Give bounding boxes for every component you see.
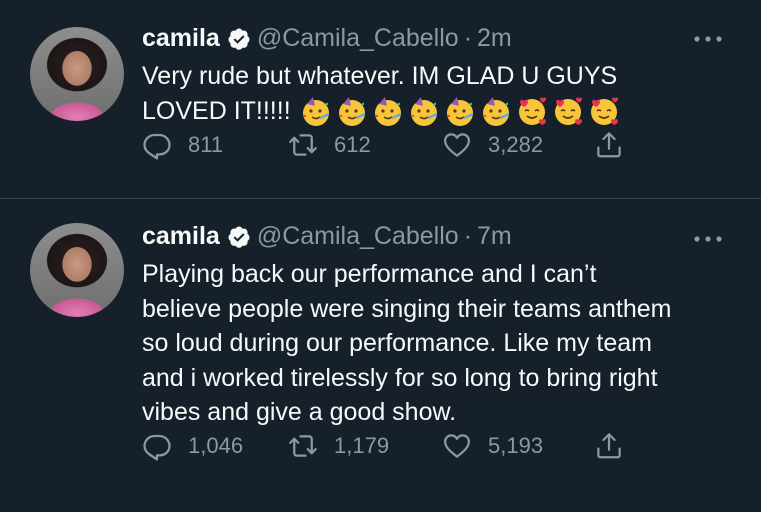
retweet-button[interactable]: 1,179 bbox=[288, 431, 389, 461]
tweet-text-line: Playing back our performance and I can’t bbox=[142, 260, 597, 288]
smiling-face-with-hearts-emoji bbox=[590, 97, 618, 125]
retweet-icon bbox=[289, 435, 317, 457]
smiling-face-with-hearts-emoji bbox=[518, 97, 546, 125]
more-icon[interactable] bbox=[693, 34, 723, 44]
like-count: 3,282 bbox=[488, 132, 544, 157]
like-button[interactable]: 5,193 bbox=[442, 431, 543, 461]
timestamp[interactable]: 2m bbox=[477, 24, 512, 53]
share-icon bbox=[597, 132, 621, 158]
share-button[interactable] bbox=[594, 431, 640, 461]
tweet-text-line: so loud during our performance. Like my … bbox=[142, 329, 652, 357]
reply-count: 811 bbox=[188, 132, 224, 157]
party-face-emoji bbox=[446, 96, 474, 126]
share-button[interactable] bbox=[594, 130, 640, 160]
handle[interactable]: @Camila_Cabello bbox=[257, 222, 459, 251]
verified-badge-icon bbox=[228, 226, 250, 248]
like-icon bbox=[444, 434, 470, 458]
reply-icon bbox=[143, 434, 171, 461]
separator-dot: · bbox=[463, 24, 473, 52]
like-count: 5,193 bbox=[488, 433, 544, 458]
tweet-header: camila @Camila_Cabello · 7m bbox=[142, 222, 512, 251]
party-face-emoji bbox=[302, 96, 330, 126]
tweet-text: Very rude but whatever. IM GLAD U GUYS L… bbox=[142, 59, 732, 128]
more-icon[interactable] bbox=[693, 234, 723, 244]
reply-count: 1,046 bbox=[188, 433, 244, 458]
party-face-emoji bbox=[374, 96, 402, 126]
emoji-group bbox=[299, 94, 621, 128]
tweet-text-line: LOVED IT!!!!! bbox=[142, 96, 291, 125]
reply-button[interactable]: 811 bbox=[142, 130, 223, 160]
verified-badge-icon bbox=[228, 28, 250, 50]
tweet-text-line: Very rude but whatever. IM GLAD U GUYS bbox=[142, 62, 618, 90]
separator-dot: · bbox=[463, 222, 473, 250]
display-name[interactable]: camila bbox=[142, 222, 220, 251]
tweet-text-line: believe people were singing their teams … bbox=[142, 294, 672, 323]
display-name[interactable]: camila bbox=[142, 24, 220, 53]
share-icon bbox=[597, 433, 621, 459]
tweet-header: camila @Camila_Cabello · 2m bbox=[142, 24, 512, 53]
smiling-face-with-hearts-emoji bbox=[554, 97, 582, 125]
avatar[interactable] bbox=[30, 27, 124, 121]
retweet-button[interactable]: 612 bbox=[288, 130, 371, 160]
reply-icon bbox=[143, 133, 171, 160]
reply-button[interactable]: 1,046 bbox=[142, 431, 243, 461]
party-face-emoji bbox=[410, 96, 438, 126]
tweet-text-line: vibes and give a good show. bbox=[142, 398, 457, 426]
timestamp[interactable]: 7m bbox=[477, 222, 512, 251]
retweet-count: 612 bbox=[334, 132, 371, 157]
handle[interactable]: @Camila_Cabello bbox=[257, 24, 459, 53]
retweet-icon bbox=[289, 134, 317, 156]
party-face-emoji bbox=[482, 96, 510, 126]
tweet-text-line: and i worked tirelessly for so long to b… bbox=[142, 363, 658, 392]
tweet-text: Playing back our performance and I can’t… bbox=[142, 257, 732, 430]
tweet[interactable]: camila @Camila_Cabello · 2m Very rude bu… bbox=[0, 0, 761, 198]
tweet[interactable]: camila @Camila_Cabello · 7m Playing back… bbox=[0, 199, 761, 512]
like-button[interactable]: 3,282 bbox=[442, 130, 543, 160]
party-face-emoji bbox=[338, 96, 366, 126]
avatar[interactable] bbox=[30, 223, 124, 317]
like-icon bbox=[444, 133, 470, 157]
retweet-count: 1,179 bbox=[334, 433, 390, 458]
